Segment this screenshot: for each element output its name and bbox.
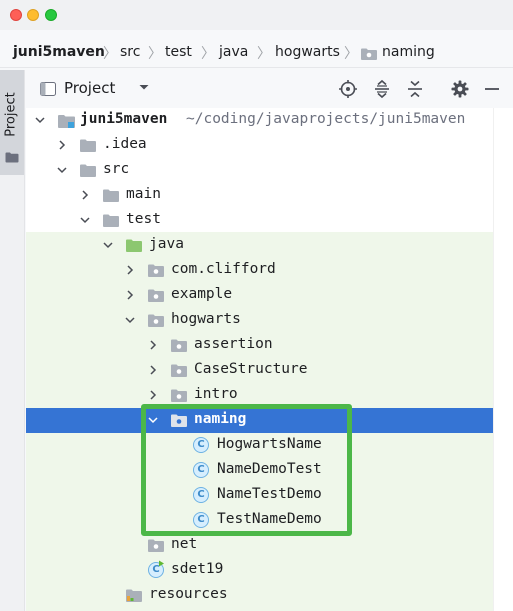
zoom-window-button[interactable]	[45, 9, 57, 21]
package-icon	[361, 48, 377, 60]
tree-label: resources	[149, 586, 228, 602]
tree-row-src[interactable]: src	[26, 158, 493, 183]
breadcrumb-separator: 〉	[344, 46, 358, 62]
tree-row-hogwarts[interactable]: hogwarts	[26, 308, 493, 333]
package-icon	[148, 314, 164, 327]
tree-row-test[interactable]: test	[26, 208, 493, 233]
chevron-right-icon[interactable]	[56, 139, 68, 151]
folder-icon	[103, 189, 119, 202]
module-folder-icon	[58, 115, 75, 128]
folder-icon	[80, 164, 96, 177]
chevron-right-icon[interactable]	[79, 189, 91, 201]
tree-label: CaseStructure	[194, 361, 308, 377]
breadcrumb-item-project[interactable]: juni5maven	[13, 44, 105, 60]
chevron-right-icon[interactable]	[124, 264, 136, 276]
tree-row-java[interactable]: java	[26, 233, 493, 258]
tree-row-sdet19[interactable]: C sdet19	[26, 558, 493, 583]
tree-row-casestructure[interactable]: CaseStructure	[26, 358, 493, 383]
runnable-badge-icon	[159, 560, 164, 567]
tree-label: net	[171, 536, 198, 552]
tree-row-example[interactable]: example	[26, 283, 493, 308]
highlight-annotation	[141, 404, 352, 536]
tree-row-assertion[interactable]: assertion	[26, 333, 493, 358]
tree-label: assertion	[194, 336, 273, 352]
tree-row-project-root[interactable]: juni5maven ~/coding/javaprojects/juni5ma…	[26, 108, 493, 133]
project-path: ~/coding/javaprojects/juni5maven	[186, 111, 466, 127]
breadcrumb-separator: 〉	[201, 46, 215, 62]
tree-label: intro	[194, 386, 238, 402]
breadcrumb-item-test[interactable]: test	[165, 44, 192, 60]
test-resources-folder-icon	[126, 589, 142, 602]
tree-label: main	[126, 186, 161, 202]
tree-label: test	[126, 211, 161, 227]
breadcrumb-item-naming[interactable]: naming	[382, 44, 435, 60]
tree-row-resources[interactable]: resources	[26, 583, 493, 608]
chevron-down-icon[interactable]	[34, 114, 46, 126]
package-icon	[171, 339, 187, 352]
chevron-right-icon[interactable]	[147, 339, 159, 351]
project-tool-window-tab[interactable]: Project	[0, 70, 24, 175]
folder-icon	[80, 139, 96, 152]
project-view-label[interactable]: Project	[64, 79, 115, 97]
breadcrumb-item-java[interactable]: java	[219, 44, 248, 60]
package-icon	[171, 364, 187, 377]
breadcrumb-item-hogwarts[interactable]: hogwarts	[275, 44, 340, 60]
tree-row-main[interactable]: main	[26, 183, 493, 208]
chevron-right-icon[interactable]	[124, 289, 136, 301]
breadcrumb: juni5maven 〉 src 〉 test 〉 java 〉 hogwart…	[0, 38, 513, 68]
breadcrumb-separator: 〉	[148, 46, 162, 62]
chevron-right-icon[interactable]	[147, 364, 159, 376]
package-icon	[148, 289, 164, 302]
tree-label: src	[103, 161, 130, 177]
breadcrumb-separator: 〉	[103, 46, 117, 62]
project-toolbar: Project	[26, 70, 513, 108]
project-view-icon	[40, 82, 56, 96]
tree-row-com-clifford[interactable]: com.clifford	[26, 258, 493, 283]
chevron-down-icon[interactable]	[137, 80, 151, 94]
breadcrumb-separator: 〉	[257, 46, 271, 62]
package-icon	[171, 389, 187, 402]
chevron-right-icon[interactable]	[147, 389, 159, 401]
minimize-window-button[interactable]	[27, 9, 39, 21]
tree-label: .idea	[103, 136, 147, 152]
folder-icon	[5, 152, 19, 163]
folder-icon	[103, 214, 119, 227]
minimize-panel-icon[interactable]	[482, 79, 502, 99]
tree-label: sdet19	[171, 561, 224, 577]
vertical-scrollbar[interactable]	[494, 108, 513, 611]
tree-label: example	[171, 286, 233, 302]
package-icon	[148, 539, 164, 552]
close-window-button[interactable]	[10, 9, 22, 21]
gear-icon[interactable]	[450, 79, 470, 99]
breadcrumb-item-src[interactable]: src	[120, 44, 140, 60]
project-tab-label: Project	[3, 92, 19, 137]
collapse-all-icon[interactable]	[405, 79, 425, 99]
tree-label: com.clifford	[171, 261, 276, 277]
tree-row-idea[interactable]: .idea	[26, 133, 493, 158]
tree-row-net[interactable]: net	[26, 533, 493, 558]
tree-label: juni5maven	[80, 111, 168, 127]
package-icon	[148, 264, 164, 277]
window-titlebar	[0, 0, 513, 30]
chevron-down-icon[interactable]	[56, 164, 68, 176]
tree-label: hogwarts	[171, 311, 241, 327]
chevron-down-icon[interactable]	[124, 314, 136, 326]
test-source-folder-icon	[126, 239, 142, 252]
tree-label: java	[149, 236, 184, 252]
chevron-down-icon[interactable]	[102, 239, 114, 251]
chevron-down-icon[interactable]	[79, 214, 91, 226]
locate-icon[interactable]	[338, 79, 358, 99]
expand-all-icon[interactable]	[372, 79, 392, 99]
